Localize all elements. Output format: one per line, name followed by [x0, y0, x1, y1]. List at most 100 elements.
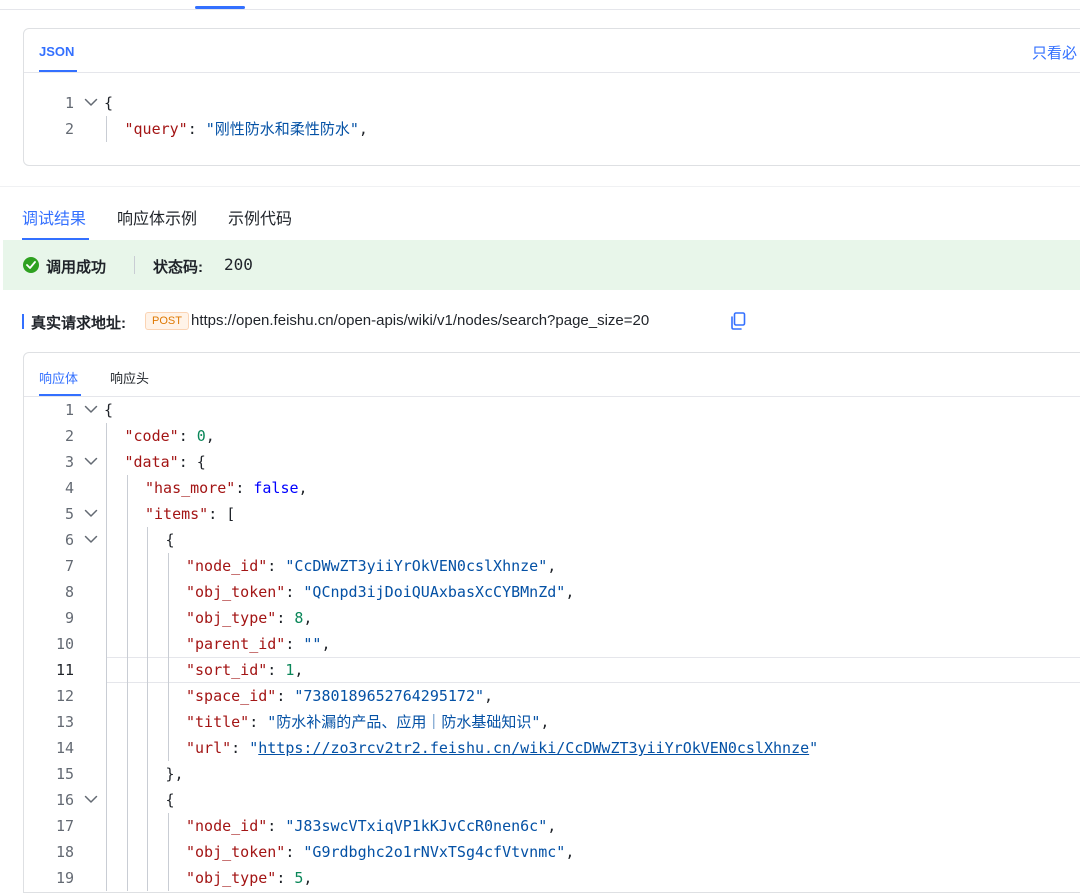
code-token: "title": [186, 713, 250, 731]
call-success-text: 调用成功: [46, 259, 107, 276]
code-token: ,: [547, 817, 557, 835]
result-tabs: 调试结果 响应体示例 示例代码: [0, 186, 1080, 241]
tab-response-body[interactable]: 响应体: [39, 368, 78, 387]
status-code-value: 200: [224, 255, 253, 274]
real-request-address: 真实请求地址: POST https://open.feishu.cn/open…: [22, 311, 1080, 332]
tab-response-example[interactable]: 响应体示例: [117, 205, 197, 229]
code-token: "obj_type": [186, 869, 277, 887]
code-text: {: [166, 787, 175, 813]
code-token: false: [253, 479, 299, 497]
line-number: 15: [55, 765, 74, 783]
code-token: },: [165, 765, 184, 783]
copy-icon[interactable]: [730, 312, 746, 330]
code-token: ,: [358, 120, 368, 138]
code-token: :: [285, 583, 304, 601]
line-number: 10: [55, 635, 74, 653]
code-line: 11 "sort_id": 1,: [24, 657, 1080, 683]
code-token: ,: [205, 427, 215, 445]
code-token: ,: [547, 557, 557, 575]
code-line: 14 "url": "https://zo3rcv2tr2.feishu.cn/w…: [24, 735, 1080, 761]
code-text: "obj_token": "QCnpd3ijDoiQUAxbasXcCYBMnZ…: [186, 579, 574, 605]
code-token: :: [276, 609, 295, 627]
tab-json[interactable]: JSON: [39, 44, 74, 59]
line-number: 14: [55, 739, 74, 757]
code-token: {: [165, 531, 175, 549]
code-text: "obj_token": "G9rdbghc2o1rNVxTSg4cfVtvnm…: [186, 839, 574, 865]
code-token: :: [276, 869, 295, 887]
code-token: :: [267, 661, 286, 679]
code-token: :: [231, 739, 250, 757]
code-token: :: [285, 635, 304, 653]
code-token: "node_id": [186, 557, 268, 575]
only-required-toggle[interactable]: 只看必: [1032, 42, 1077, 63]
line-number: 13: [55, 713, 74, 731]
code-text: "query": "刚性防水和柔性防水",: [125, 116, 368, 142]
tab-sample-code[interactable]: 示例代码: [228, 205, 292, 229]
code-token: ,: [298, 479, 308, 497]
code-token: {: [165, 791, 175, 809]
chevron-down-icon[interactable]: [84, 501, 100, 527]
code-token: "obj_token": [186, 843, 286, 861]
line-number: 19: [55, 869, 74, 887]
code-text: "items": [: [145, 501, 235, 527]
line-number: 18: [55, 843, 74, 861]
code-token: :: [178, 427, 197, 445]
chevron-down-icon[interactable]: [84, 527, 100, 553]
code-token: ,: [565, 843, 575, 861]
code-text: "code": 0,: [125, 423, 215, 449]
code-line: 10 "parent_id": "",: [24, 631, 1080, 657]
indent-guide: [106, 423, 107, 891]
response-card-header: 响应体 响应头: [24, 353, 1080, 397]
code-token: :: [187, 120, 206, 138]
line-number: 1: [64, 401, 74, 419]
code-line: 2 "code": 0,: [24, 423, 1080, 449]
chevron-down-icon[interactable]: [84, 397, 100, 423]
tab-response-headers[interactable]: 响应头: [110, 368, 149, 387]
code-line: 8 "obj_token": "QCnpd3ijDoiQUAxbasXcCYBMn…: [24, 579, 1080, 605]
code-line: 17 "node_id": "J83swcVTxiqVP1kKJvCcR0nen6…: [24, 813, 1080, 839]
line-number: 7: [64, 557, 74, 575]
indent-guide: [126, 475, 128, 891]
chevron-down-icon[interactable]: [84, 787, 100, 813]
indent-guide: [167, 813, 169, 891]
line-number: 3: [64, 453, 74, 471]
code-line: 4 "has_more": false,: [24, 475, 1080, 501]
code-text: "title": "防水补漏的产品、应用｜防水基础知识",: [186, 709, 549, 735]
code-token: "刚性防水和柔性防水": [205, 120, 359, 138]
tab-debug-result[interactable]: 调试结果: [22, 205, 86, 229]
code-line: 9 "obj_type": 8,: [24, 605, 1080, 631]
url-link[interactable]: https://zo3rcv2tr2.feishu.cn/wiki/CcDWwZ…: [258, 739, 809, 757]
code-token: "obj_token": [186, 583, 286, 601]
code-token: "url": [186, 739, 232, 757]
request-body-card: JSON 只看必 1{2 "query": "刚性防水和柔性防水",: [23, 28, 1080, 166]
line-number: 17: [55, 817, 74, 835]
line-number: 4: [64, 479, 74, 497]
code-token: "has_more": [145, 479, 236, 497]
line-number: 6: [64, 531, 74, 549]
code-line: 12 "space_id": "7380189652764295172",: [24, 683, 1080, 709]
code-token: :: [285, 843, 304, 861]
code-token: :: [267, 817, 286, 835]
chevron-down-icon[interactable]: [84, 449, 100, 475]
line-number: 16: [55, 791, 74, 809]
code-token: ,: [303, 869, 313, 887]
top-tab-strip: [0, 0, 1080, 10]
code-token: "G9rdbghc2o1rNVxTSg4cfVtvnmc": [303, 843, 566, 861]
code-line: 18 "obj_token": "G9rdbghc2o1rNVxTSg4cfVtv…: [24, 839, 1080, 865]
code-text: "obj_type": 8,: [186, 605, 312, 631]
code-token: ,: [321, 635, 331, 653]
code-token: ": [249, 739, 259, 757]
code-token: "": [303, 635, 322, 653]
chevron-down-icon[interactable]: [84, 90, 100, 116]
code-token: "space_id": [186, 687, 277, 705]
code-token: "code": [124, 427, 179, 445]
code-text: "node_id": "CcDWwZT3yiiYrOkVEN0cslXhnze"…: [186, 553, 556, 579]
code-text: {: [104, 397, 113, 423]
code-line: 6{: [24, 527, 1080, 553]
line-number: 9: [64, 609, 74, 627]
code-line: 3 "data": {: [24, 449, 1080, 475]
tab-json-underline: [39, 70, 77, 72]
code-token: "node_id": [186, 817, 268, 835]
code-token: {: [104, 401, 114, 419]
code-text: },: [166, 761, 184, 787]
